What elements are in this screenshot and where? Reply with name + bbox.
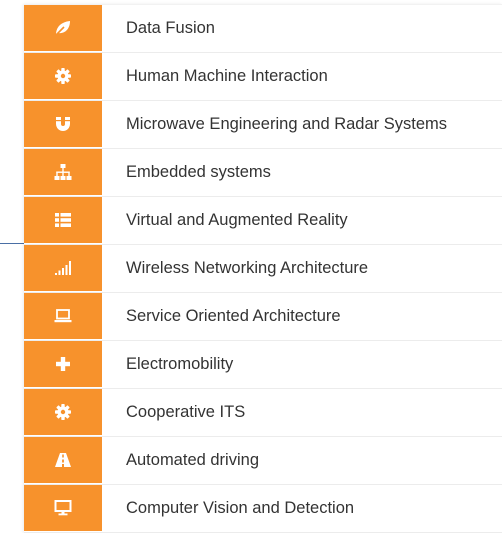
list-item-human-machine-interaction[interactable]: Human Machine Interaction (24, 53, 502, 101)
list-item-electromobility[interactable]: Electromobility (24, 341, 502, 389)
list-icon (24, 197, 102, 244)
list-item-label: Service Oriented Architecture (126, 307, 341, 325)
list-item-label: Automated driving (126, 451, 259, 469)
gear-icon (24, 53, 102, 100)
list-item-label: Embedded systems (126, 163, 271, 181)
sitemap-icon (24, 149, 102, 196)
list-item-label: Computer Vision and Detection (126, 499, 355, 517)
list-item-wireless-networking[interactable]: Wireless Networking Architecture (24, 245, 502, 293)
list-item-microwave-engineering[interactable]: Microwave Engineering and Radar Systems (24, 101, 502, 149)
list-item-cooperative-its[interactable]: Cooperative ITS (24, 389, 502, 437)
list-item-virtual-augmented-reality[interactable]: Virtual and Augmented Reality (24, 197, 502, 245)
leaf-icon (24, 5, 102, 52)
list-item-automated-driving[interactable]: Automated driving (24, 437, 502, 485)
road-icon (24, 437, 102, 484)
divider-line (0, 243, 25, 244)
list-item-data-fusion[interactable]: Data Fusion (24, 4, 502, 53)
topic-list: Data Fusion Human Machine Interaction Mi… (24, 4, 502, 533)
list-item-embedded-systems[interactable]: Embedded systems (24, 149, 502, 197)
desktop-icon (24, 485, 102, 532)
list-item-label: Microwave Engineering and Radar Systems (126, 115, 447, 133)
signal-icon (24, 245, 102, 292)
plus-icon (24, 341, 102, 388)
list-item-label: Cooperative ITS (126, 403, 246, 421)
list-item-label: Virtual and Augmented Reality (126, 211, 348, 229)
list-item-computer-vision[interactable]: Computer Vision and Detection (24, 485, 502, 533)
list-item-service-oriented-architecture[interactable]: Service Oriented Architecture (24, 293, 502, 341)
list-item-label: Human Machine Interaction (126, 67, 328, 85)
list-item-label: Data Fusion (126, 19, 215, 37)
list-item-label: Electromobility (126, 355, 234, 373)
list-item-label: Wireless Networking Architecture (126, 259, 369, 277)
gear-icon (24, 389, 102, 436)
magnet-icon (24, 101, 102, 148)
laptop-icon (24, 293, 102, 340)
